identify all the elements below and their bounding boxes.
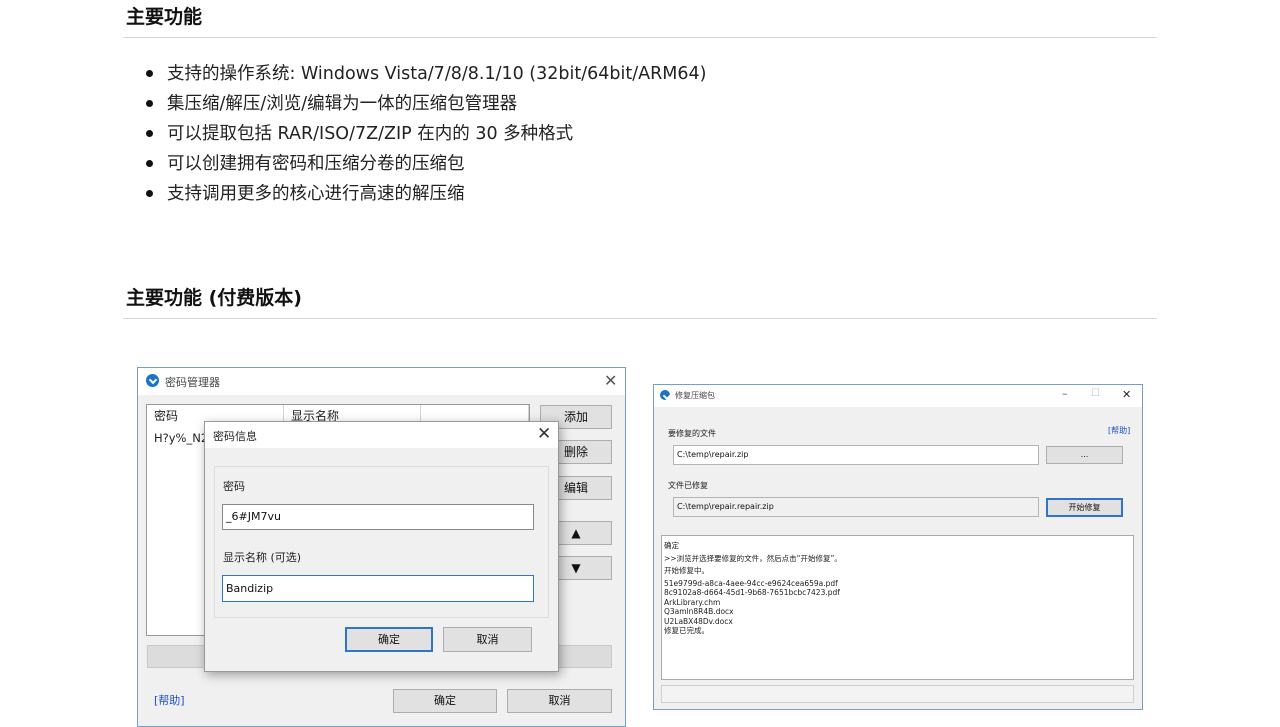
bandizip-logo-icon	[660, 390, 670, 400]
password-field[interactable]: _6#JM7vu	[222, 504, 534, 530]
repaired-file-field: C:\temp\repair.repair.zip	[673, 497, 1039, 517]
log-line: 确定	[664, 541, 679, 550]
log-line: 修复已完成。	[664, 626, 709, 635]
log-line: 8c9102a8-d664-45d1-9b68-7651bcbc7423.pdf	[664, 588, 840, 597]
help-link[interactable]: [帮助]	[154, 692, 185, 708]
help-link[interactable]: [帮助]	[1108, 425, 1130, 436]
log-line: 51e9799d-a8ca-4aee-94cc-e9624cea659a.pdf	[664, 578, 838, 588]
log-line: 开始修复中。	[664, 566, 709, 575]
section-heading-features: 主要功能	[126, 6, 203, 28]
display-name-field[interactable]: Bandizip	[222, 575, 534, 602]
file-to-repair-label: 要修复的文件	[668, 429, 716, 438]
feature-item: 支持的操作系统: Windows Vista/7/8/8.1/10 (32bit…	[140, 60, 706, 90]
cancel-button[interactable]: 取消	[507, 689, 612, 713]
bandizip-logo-icon	[146, 374, 159, 387]
start-repair-button[interactable]: 开始修复	[1046, 498, 1123, 517]
repair-log: 确定 >>浏览并选择要修复的文件，然后点击“开始修复”。 开始修复中。 51e9…	[661, 535, 1134, 680]
window-title: 修复压缩包	[675, 391, 715, 400]
close-icon[interactable]: ✕	[537, 424, 551, 444]
close-icon[interactable]: ✕	[604, 371, 617, 390]
cancel-button[interactable]: 取消	[443, 627, 532, 652]
password-info-group: 密码 _6#JM7vu 显示名称 (可选) Bandizip	[214, 466, 549, 618]
log-line: Q3amln8R4B.docx	[664, 607, 734, 616]
minimize-icon[interactable]: –	[1062, 387, 1068, 400]
password-info-dialog: 密码信息 ✕ 密码 _6#JM7vu 显示名称 (可选) Bandizip 确定…	[204, 421, 559, 672]
status-bar	[661, 685, 1134, 703]
window-title: 密码管理器	[165, 376, 220, 389]
maximize-icon[interactable]: ☐	[1091, 388, 1100, 399]
dialog-title: 密码信息	[213, 430, 257, 443]
close-icon[interactable]: ✕	[1122, 388, 1131, 401]
ok-button[interactable]: 确定	[393, 689, 497, 713]
heading-divider	[123, 318, 1157, 319]
password-info-titlebar: 密码信息 ✕	[205, 422, 558, 448]
log-line: ArkLibrary.chm	[664, 597, 721, 607]
feature-item: 集压缩/解压/浏览/编辑为一体的压缩包管理器	[140, 90, 706, 120]
feature-item: 可以创建拥有密码和压缩分卷的压缩包	[140, 150, 706, 180]
display-name-label: 显示名称 (可选)	[223, 551, 302, 564]
log-line: >>浏览并选择要修复的文件，然后点击“开始修复”。	[664, 553, 842, 563]
list-item-password[interactable]: H?y%_N2	[154, 431, 208, 445]
file-to-repair-field[interactable]: C:\temp\repair.zip	[673, 445, 1039, 465]
repaired-file-label: 文件已修复	[668, 481, 708, 490]
ok-button[interactable]: 确定	[345, 627, 433, 652]
feature-item: 可以提取包括 RAR/ISO/7Z/ZIP 在内的 30 多种格式	[140, 120, 706, 150]
feature-list: 支持的操作系统: Windows Vista/7/8/8.1/10 (32bit…	[140, 60, 706, 210]
password-label: 密码	[223, 480, 245, 493]
section-heading-paid-features: 主要功能 (付费版本)	[126, 287, 302, 309]
browse-button[interactable]: ...	[1046, 446, 1123, 464]
password-manager-titlebar: 密码管理器 ✕	[138, 368, 625, 395]
heading-divider	[123, 37, 1157, 38]
feature-item: 支持调用更多的核心进行高速的解压缩	[140, 180, 706, 210]
repair-titlebar: 修复压缩包 – ☐ ✕	[654, 385, 1142, 407]
log-line: U2LaBX48Dv.docx	[664, 616, 733, 626]
repair-archive-window: 修复压缩包 – ☐ ✕ [帮助] 要修复的文件 C:\temp\repair.z…	[653, 384, 1143, 710]
